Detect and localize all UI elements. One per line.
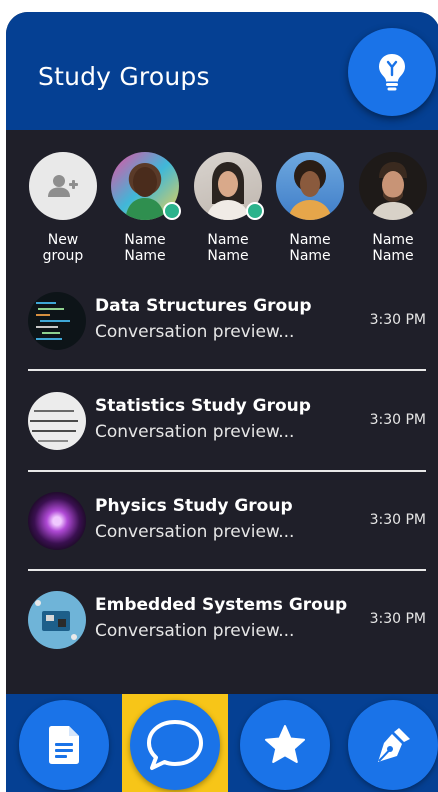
contact-name: Name Name [372, 232, 414, 264]
contact-name: Name Name [124, 232, 166, 264]
avatar [359, 152, 427, 220]
nav-favorites-button[interactable] [240, 700, 330, 790]
conversation-preview: Conversation preview... [95, 522, 295, 542]
conversation-preview: Conversation preview... [95, 621, 295, 641]
divider [28, 369, 426, 371]
avatar [111, 152, 181, 220]
nav-chat-button[interactable] [130, 700, 220, 790]
contact-item[interactable]: Name Name [358, 152, 428, 264]
contact-name: Name Name [207, 232, 249, 264]
conversation-time: 3:30 PM [369, 611, 426, 627]
contact-item[interactable]: Name Name [275, 152, 345, 264]
divider [28, 569, 426, 571]
conversation-item[interactable]: Physics Study Group Conversation preview… [28, 492, 426, 552]
chat-bubble-icon [147, 720, 203, 770]
conversation-preview: Conversation preview... [95, 422, 295, 442]
group-thumbnail [28, 591, 86, 649]
conversation-item[interactable]: Embedded Systems Group Conversation prev… [28, 591, 426, 651]
contact-item[interactable]: Name Name [193, 152, 264, 264]
new-group-label: New group [42, 232, 84, 264]
contact-name: Name Name [289, 232, 331, 264]
star-icon [265, 725, 305, 763]
lightbulb-button[interactable] [348, 28, 436, 116]
conversation-preview: Conversation preview... [95, 322, 295, 342]
add-user-icon [48, 175, 78, 197]
page-title: Study Groups [38, 62, 210, 91]
pen-nib-icon [378, 728, 410, 762]
conversation-item[interactable]: Statistics Study Group Conversation prev… [28, 392, 426, 452]
conversation-time: 3:30 PM [369, 512, 426, 528]
new-group-avatar [29, 152, 97, 220]
online-status-dot [246, 202, 264, 220]
lightbulb-icon [379, 54, 405, 91]
conversation-time: 3:30 PM [369, 412, 426, 428]
document-icon [49, 726, 79, 764]
nav-documents-button[interactable] [19, 700, 109, 790]
conversation-title: Embedded Systems Group [95, 595, 348, 615]
conversation-item[interactable]: Data Structures Group Conversation previ… [28, 292, 426, 352]
group-thumbnail [28, 492, 86, 550]
group-thumbnail [28, 392, 86, 450]
app-screen: Study Groups New group Name Name Name Na… [6, 12, 438, 792]
conversation-title: Statistics Study Group [95, 396, 311, 416]
conversation-title: Physics Study Group [95, 496, 293, 516]
avatar [194, 152, 264, 220]
conversation-title: Data Structures Group [95, 296, 312, 316]
contact-item[interactable]: Name Name [110, 152, 181, 264]
nav-write-button[interactable] [348, 700, 438, 790]
conversation-time: 3:30 PM [369, 312, 426, 328]
group-thumbnail [28, 292, 86, 350]
new-group-button[interactable]: New group [28, 152, 98, 264]
avatar [276, 152, 344, 220]
online-status-dot [163, 202, 181, 220]
divider [28, 470, 426, 472]
app-header: Study Groups [6, 12, 438, 130]
bottom-navigation [6, 694, 438, 792]
